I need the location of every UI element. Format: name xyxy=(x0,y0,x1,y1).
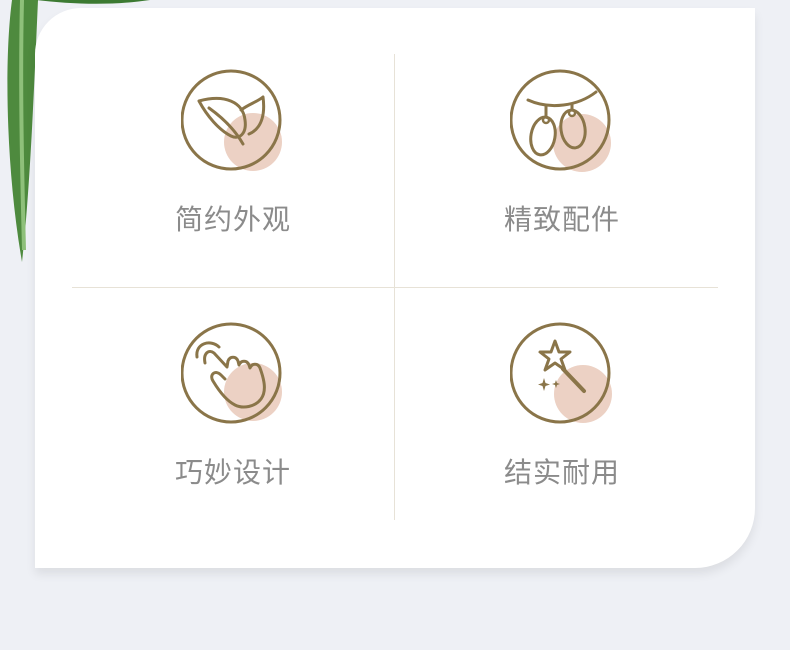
horizontal-divider xyxy=(72,287,718,288)
pointing-hand-icon xyxy=(181,322,282,424)
feature-label: 精致配件 xyxy=(503,203,620,236)
feature-fine-accessories: 精致配件 xyxy=(462,68,662,237)
magic-wand-icon xyxy=(510,322,612,424)
feature-simple-appearance: 简约外观 xyxy=(133,68,333,237)
feature-label: 简约外观 xyxy=(174,203,291,236)
feature-label: 巧妙设计 xyxy=(174,456,291,489)
feature-label: 结实耐用 xyxy=(503,456,620,489)
feature-clever-design: 巧妙设计 xyxy=(133,321,333,490)
earrings-icon xyxy=(510,69,611,172)
feature-card: 简约外观 精致配件 巧妙设计 结实耐用 xyxy=(35,8,755,568)
feature-durable: 结实耐用 xyxy=(462,321,662,490)
leaf-icon xyxy=(181,69,282,171)
